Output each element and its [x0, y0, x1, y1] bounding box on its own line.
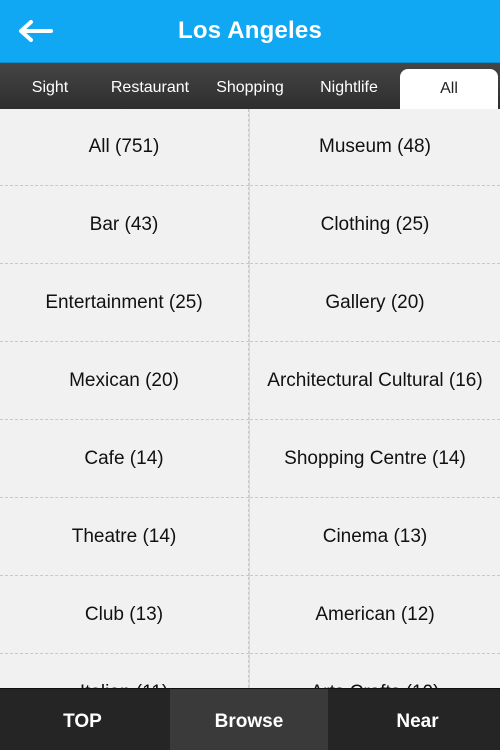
left-arrow-icon	[19, 20, 53, 42]
category-cell[interactable]: Gallery (20)	[250, 265, 500, 342]
category-cell[interactable]: Clothing (25)	[250, 187, 500, 264]
category-cell[interactable]: Cinema (13)	[250, 499, 500, 576]
browse-button[interactable]: Browse	[170, 689, 328, 750]
tab-restaurant[interactable]: Restaurant	[100, 63, 200, 109]
back-button[interactable]	[10, 11, 60, 51]
category-cell[interactable]: Architectural Cultural (16)	[250, 343, 500, 420]
top-button[interactable]: TOP	[0, 689, 165, 750]
category-cell[interactable]: Theatre (14)	[0, 499, 249, 576]
header-bar: Los Angeles	[0, 0, 500, 63]
page-title: Los Angeles	[177, 17, 322, 44]
category-cell[interactable]: Entertainment (25)	[0, 265, 249, 342]
near-button[interactable]: Near	[335, 689, 500, 750]
app-screen: Los Angeles Sight Restaurant Shopping Ni…	[0, 0, 500, 750]
category-cell[interactable]: Arts Crafts (10)	[250, 655, 500, 689]
category-grid: All (751) Museum (48) Bar (43) Clothing …	[0, 109, 500, 689]
tab-all[interactable]: All	[400, 69, 498, 109]
category-cell[interactable]: All (751)	[0, 109, 249, 186]
category-cell[interactable]: Shopping Centre (14)	[250, 421, 500, 498]
category-cell[interactable]: Italian (11)	[0, 655, 249, 689]
category-tabs: Sight Restaurant Shopping Nightlife All	[0, 63, 500, 109]
category-cell[interactable]: Cafe (14)	[0, 421, 249, 498]
category-cell[interactable]: Mexican (20)	[0, 343, 249, 420]
category-cell[interactable]: American (12)	[250, 577, 500, 654]
category-cell[interactable]: Club (13)	[0, 577, 249, 654]
bottom-toolbar: TOP Browse Near	[0, 688, 500, 750]
tab-sight[interactable]: Sight	[0, 63, 100, 109]
category-cell[interactable]: Bar (43)	[0, 187, 249, 264]
tab-shopping[interactable]: Shopping	[200, 63, 300, 109]
category-cell[interactable]: Museum (48)	[250, 109, 500, 186]
tab-nightlife[interactable]: Nightlife	[300, 63, 398, 109]
